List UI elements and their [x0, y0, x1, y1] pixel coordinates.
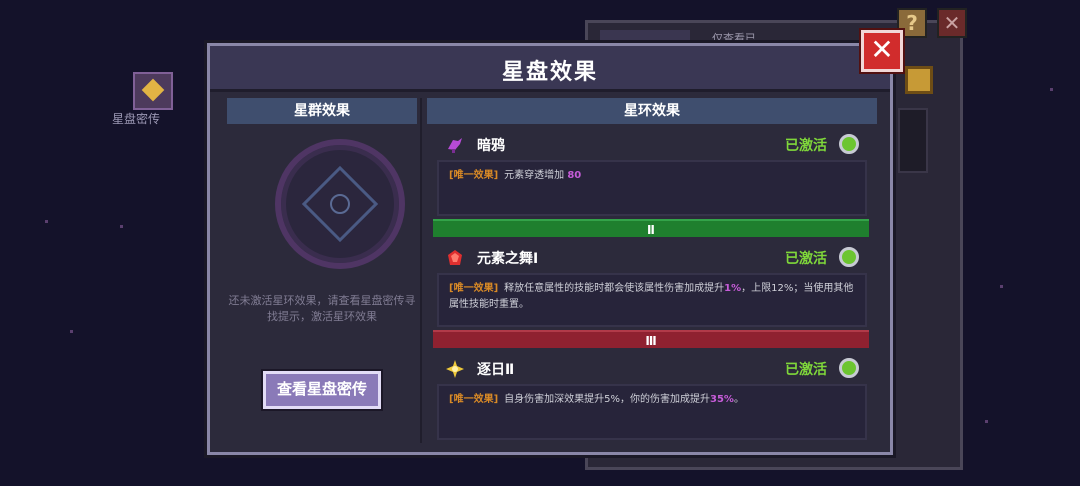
- astrolabe-secret-icon[interactable]: [133, 72, 173, 110]
- sun-icon: [446, 360, 464, 378]
- ring-effects-panel: 星环效果 暗鸦 已激活 [唯一效果] 元素穿透增加 80 Ⅱ 元素之舞Ⅰ 已激活 …: [427, 98, 877, 443]
- constellation-effects-header: 星群效果: [227, 98, 417, 124]
- effect-value: 1%: [724, 283, 742, 294]
- astrolabe-effects-dialog: 星盘效果 星群效果 还未激活星环效果，请查看星盘密传寻找提示，激活星环效果 查看…: [207, 43, 893, 455]
- side-slot: [898, 108, 928, 173]
- background-star: [985, 420, 988, 423]
- effect-name: 元素之舞Ⅰ: [477, 251, 539, 267]
- close-dialog-button[interactable]: ✕: [861, 30, 903, 72]
- effect-text: 自身伤害加深效果提升5%，你的伤害加成提升: [504, 394, 711, 405]
- unique-effect-tag: [唯一效果]: [449, 170, 499, 181]
- dialog-title: 星盘效果: [501, 60, 598, 85]
- unique-effect-tag: [唯一效果]: [449, 394, 499, 405]
- raven-icon: [448, 138, 462, 153]
- effect-description: [唯一效果] 元素穿透增加 80: [437, 160, 867, 216]
- tier-2-divider: Ⅱ: [433, 219, 869, 237]
- effect-text-suffix: 。: [733, 394, 744, 405]
- background-star: [1000, 285, 1003, 288]
- column-divider: [420, 98, 422, 443]
- background-star: [70, 330, 73, 333]
- inactive-hint: 还未激活星环效果，请查看星盘密传寻找提示，激活星环效果: [228, 294, 416, 323]
- active-status-icon: [839, 358, 859, 378]
- view-astrolabe-secret-button[interactable]: 查看星盘密传: [263, 371, 381, 409]
- effect-text: 元素穿透增加: [504, 170, 568, 181]
- active-status-icon: [839, 247, 859, 267]
- effect-status: 已激活: [785, 362, 827, 378]
- effect-row: 逐日Ⅱ 已激活: [437, 356, 867, 382]
- ring-effects-header: 星环效果: [427, 98, 877, 124]
- effect-value: 35%: [710, 394, 734, 405]
- effect-status: 已激活: [785, 138, 827, 154]
- effect-status: 已激活: [785, 251, 827, 267]
- effect-row: 元素之舞Ⅰ 已激活: [437, 245, 867, 271]
- background-star: [1050, 88, 1053, 91]
- effect-row: 暗鸦 已激活: [437, 132, 867, 158]
- tier-3-divider: Ⅲ: [433, 330, 869, 348]
- background-close-button[interactable]: ✕: [937, 8, 967, 38]
- background-star: [120, 225, 123, 228]
- astrolabe-icon: [275, 139, 405, 269]
- astrolabe-secret-label: 星盘密传: [112, 112, 161, 126]
- unique-effect-tag: [唯一效果]: [449, 283, 499, 294]
- background-star: [45, 220, 48, 223]
- effect-name: 暗鸦: [477, 138, 505, 154]
- constellation-effects-panel: 星群效果 还未激活星环效果，请查看星盘密传寻找提示，激活星环效果 查看星盘密传: [227, 98, 417, 443]
- coin-icon: [905, 66, 933, 94]
- effect-description: [唯一效果] 自身伤害加深效果提升5%，你的伤害加成提升35%。: [437, 384, 867, 440]
- ruby-gem-icon: [448, 250, 462, 265]
- effect-text: 释放任意属性的技能时都会使该属性伤害加成提升: [504, 283, 725, 294]
- effect-value: 80: [567, 170, 582, 181]
- dialog-header: 星盘效果: [210, 46, 890, 92]
- active-status-icon: [839, 134, 859, 154]
- astrolabe-core: [330, 194, 350, 214]
- effect-description: [唯一效果] 释放任意属性的技能时都会使该属性伤害加成提升1%，上限12%；当使用…: [437, 273, 867, 327]
- effect-name: 逐日Ⅱ: [477, 362, 515, 378]
